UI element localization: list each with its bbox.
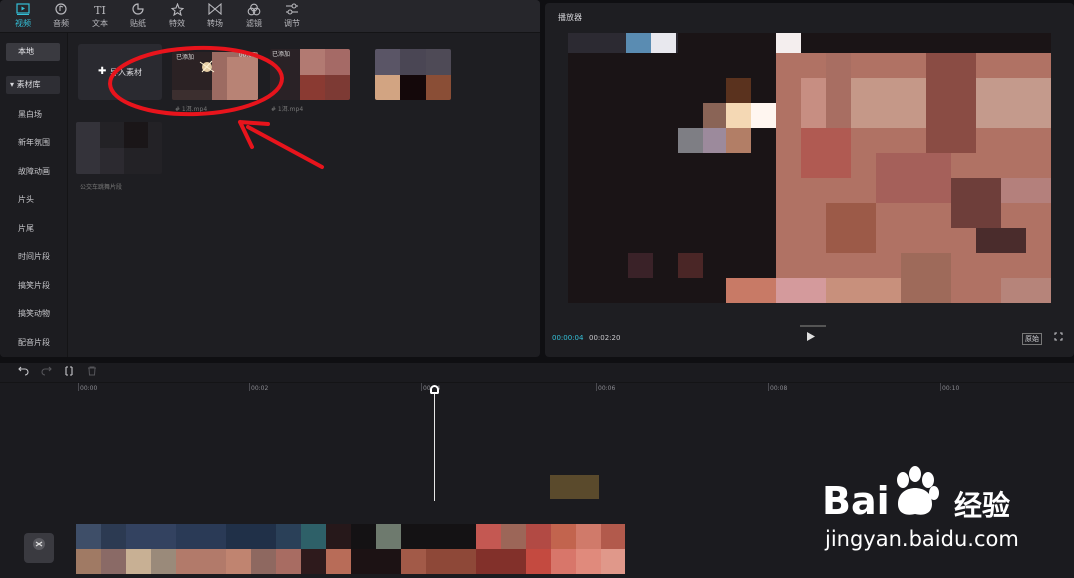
video-icon — [4, 3, 42, 18]
play-icon — [807, 332, 815, 341]
media-name: # 1洱.mp4 — [271, 106, 304, 113]
cover-button[interactable] — [24, 533, 54, 563]
sidebar-item-library-label: 素材库 — [16, 80, 41, 89]
sticker-icon — [119, 3, 157, 18]
split-icon[interactable] — [64, 366, 74, 379]
tool-text[interactable]: TI 文本 — [81, 3, 119, 33]
added-badge: 已添加 — [176, 54, 195, 61]
plus-icon: ✚ — [98, 66, 107, 77]
transition-icon — [196, 2, 234, 18]
tool-sticker-label: 贴纸 — [130, 19, 146, 28]
watermark-brand-cn: 经验 — [954, 489, 1011, 522]
sidebar-item-black-white[interactable]: 黑白场 — [6, 106, 60, 124]
tool-video[interactable]: 视频 — [4, 3, 42, 33]
media-panel: 视频 音频 TI 文本 贴纸 特效 转场 滤镜 调节 本地 ▾ 素材库 黑白场 … — [0, 0, 540, 357]
clip-filmstrip — [76, 524, 625, 574]
watermark-brand: Bai — [822, 479, 890, 523]
fullscreen-icon[interactable] — [1054, 332, 1063, 344]
delete-icon[interactable] — [87, 366, 97, 379]
tick-label: 00:06 — [598, 385, 616, 392]
audio-icon — [42, 3, 80, 18]
sidebar-item-glitch[interactable]: 故障动画 — [6, 163, 60, 181]
paw-icon — [897, 466, 939, 515]
tick-mark — [78, 383, 79, 391]
time-ruler[interactable]: 00:00 00:02 00:04 00:06 00:08 00:10 — [0, 383, 1074, 397]
tool-sticker[interactable]: 贴纸 — [119, 3, 157, 33]
player-title: 播放器 — [558, 13, 582, 22]
tick-label: 00:10 — [942, 385, 960, 392]
tick-mark — [249, 383, 250, 391]
timeline-toolbar — [0, 363, 1074, 383]
tool-effects-label: 特效 — [169, 19, 185, 28]
thumb-image — [375, 49, 451, 100]
undo-icon[interactable] — [18, 366, 29, 379]
import-media-label: 导入素材 — [110, 68, 142, 77]
progress-bar[interactable] — [800, 325, 826, 327]
tool-video-label: 视频 — [15, 19, 31, 28]
playhead-handle[interactable] — [430, 385, 439, 394]
top-toolbar: 视频 音频 TI 文本 贴纸 特效 转场 滤镜 调节 — [0, 0, 540, 33]
sidebar-item-time-clips[interactable]: 时间片段 — [6, 248, 60, 266]
added-badge: 已添加 — [272, 51, 291, 58]
tool-audio-label: 音频 — [53, 19, 69, 28]
play-button[interactable] — [803, 331, 819, 345]
tick-mark — [940, 383, 941, 391]
media-thumb-video-2[interactable]: 已添加 — [270, 49, 350, 100]
effects-icon — [158, 2, 196, 18]
baidu-watermark: Bai 经验 jingyan.baidu.com — [822, 464, 1022, 560]
tick-label: 00:02 — [251, 385, 269, 392]
player-panel: 播放器 00:00:04 00:02:20 原始 — [545, 3, 1074, 357]
media-name: 公交车跳舞片段 — [80, 184, 123, 191]
current-time: 00:00:04 — [552, 334, 584, 342]
sidebar-item-funny-clips[interactable]: 搞笑片段 — [6, 277, 60, 295]
total-time: 00:02:20 — [589, 334, 621, 342]
tick-mark — [421, 383, 422, 391]
tool-filter[interactable]: 滤镜 — [235, 3, 273, 33]
sidebar: 本地 ▾ 素材库 黑白场 新年氛围 故障动画 片头 片尾 时间片段 搞笑片段 搞… — [0, 33, 68, 357]
redo-icon[interactable] — [41, 366, 52, 379]
tool-filter-label: 滤镜 — [246, 19, 262, 28]
tick-mark — [768, 383, 769, 391]
sidebar-item-voiceover[interactable]: 配音片段 — [6, 334, 60, 352]
tick-label: 00:08 — [770, 385, 788, 392]
text-clip[interactable] — [550, 475, 599, 499]
watermark-url: jingyan.baidu.com — [825, 527, 1019, 551]
sidebar-item-local[interactable]: 本地 — [6, 43, 60, 61]
media-name: # 1洱.mp4 — [175, 106, 208, 113]
tool-transition[interactable]: 转场 — [196, 2, 234, 33]
aspect-ratio-button[interactable]: 原始 — [1022, 333, 1042, 345]
tool-adjust-label: 调节 — [284, 19, 300, 28]
sidebar-item-outro[interactable]: 片尾 — [6, 220, 60, 238]
playhead-line — [434, 388, 435, 501]
tool-audio[interactable]: 音频 — [42, 3, 80, 33]
video-clip[interactable] — [76, 524, 625, 574]
tool-text-label: 文本 — [92, 19, 108, 28]
media-thumb-video[interactable]: 已添加 00:02 — [172, 52, 258, 100]
sidebar-item-funny-animals[interactable]: 搞笑动物 — [6, 305, 60, 323]
tick-mark — [596, 383, 597, 391]
media-thumb-image[interactable] — [375, 49, 451, 100]
tool-effects[interactable]: 特效 — [158, 2, 196, 33]
sidebar-item-new-year[interactable]: 新年氛围 — [6, 134, 60, 152]
adjust-icon — [273, 3, 311, 18]
text-icon: TI — [94, 4, 106, 17]
tool-transition-label: 转场 — [207, 19, 223, 28]
thumb-image — [76, 122, 162, 174]
sidebar-item-library[interactable]: ▾ 素材库 — [6, 76, 60, 94]
camera-icon — [33, 538, 45, 550]
video-preview[interactable] — [568, 33, 1051, 303]
duration-badge: 00:02 — [238, 52, 256, 59]
tick-label: 00:00 — [80, 385, 98, 392]
media-thumb-video-3[interactable] — [76, 122, 162, 174]
sidebar-item-intro[interactable]: 片头 — [6, 191, 60, 209]
preview-frame — [568, 33, 1051, 303]
filter-icon — [235, 3, 273, 18]
import-media-button[interactable]: ✚ 导入素材 — [78, 44, 162, 100]
tool-adjust[interactable]: 调节 — [273, 3, 311, 33]
